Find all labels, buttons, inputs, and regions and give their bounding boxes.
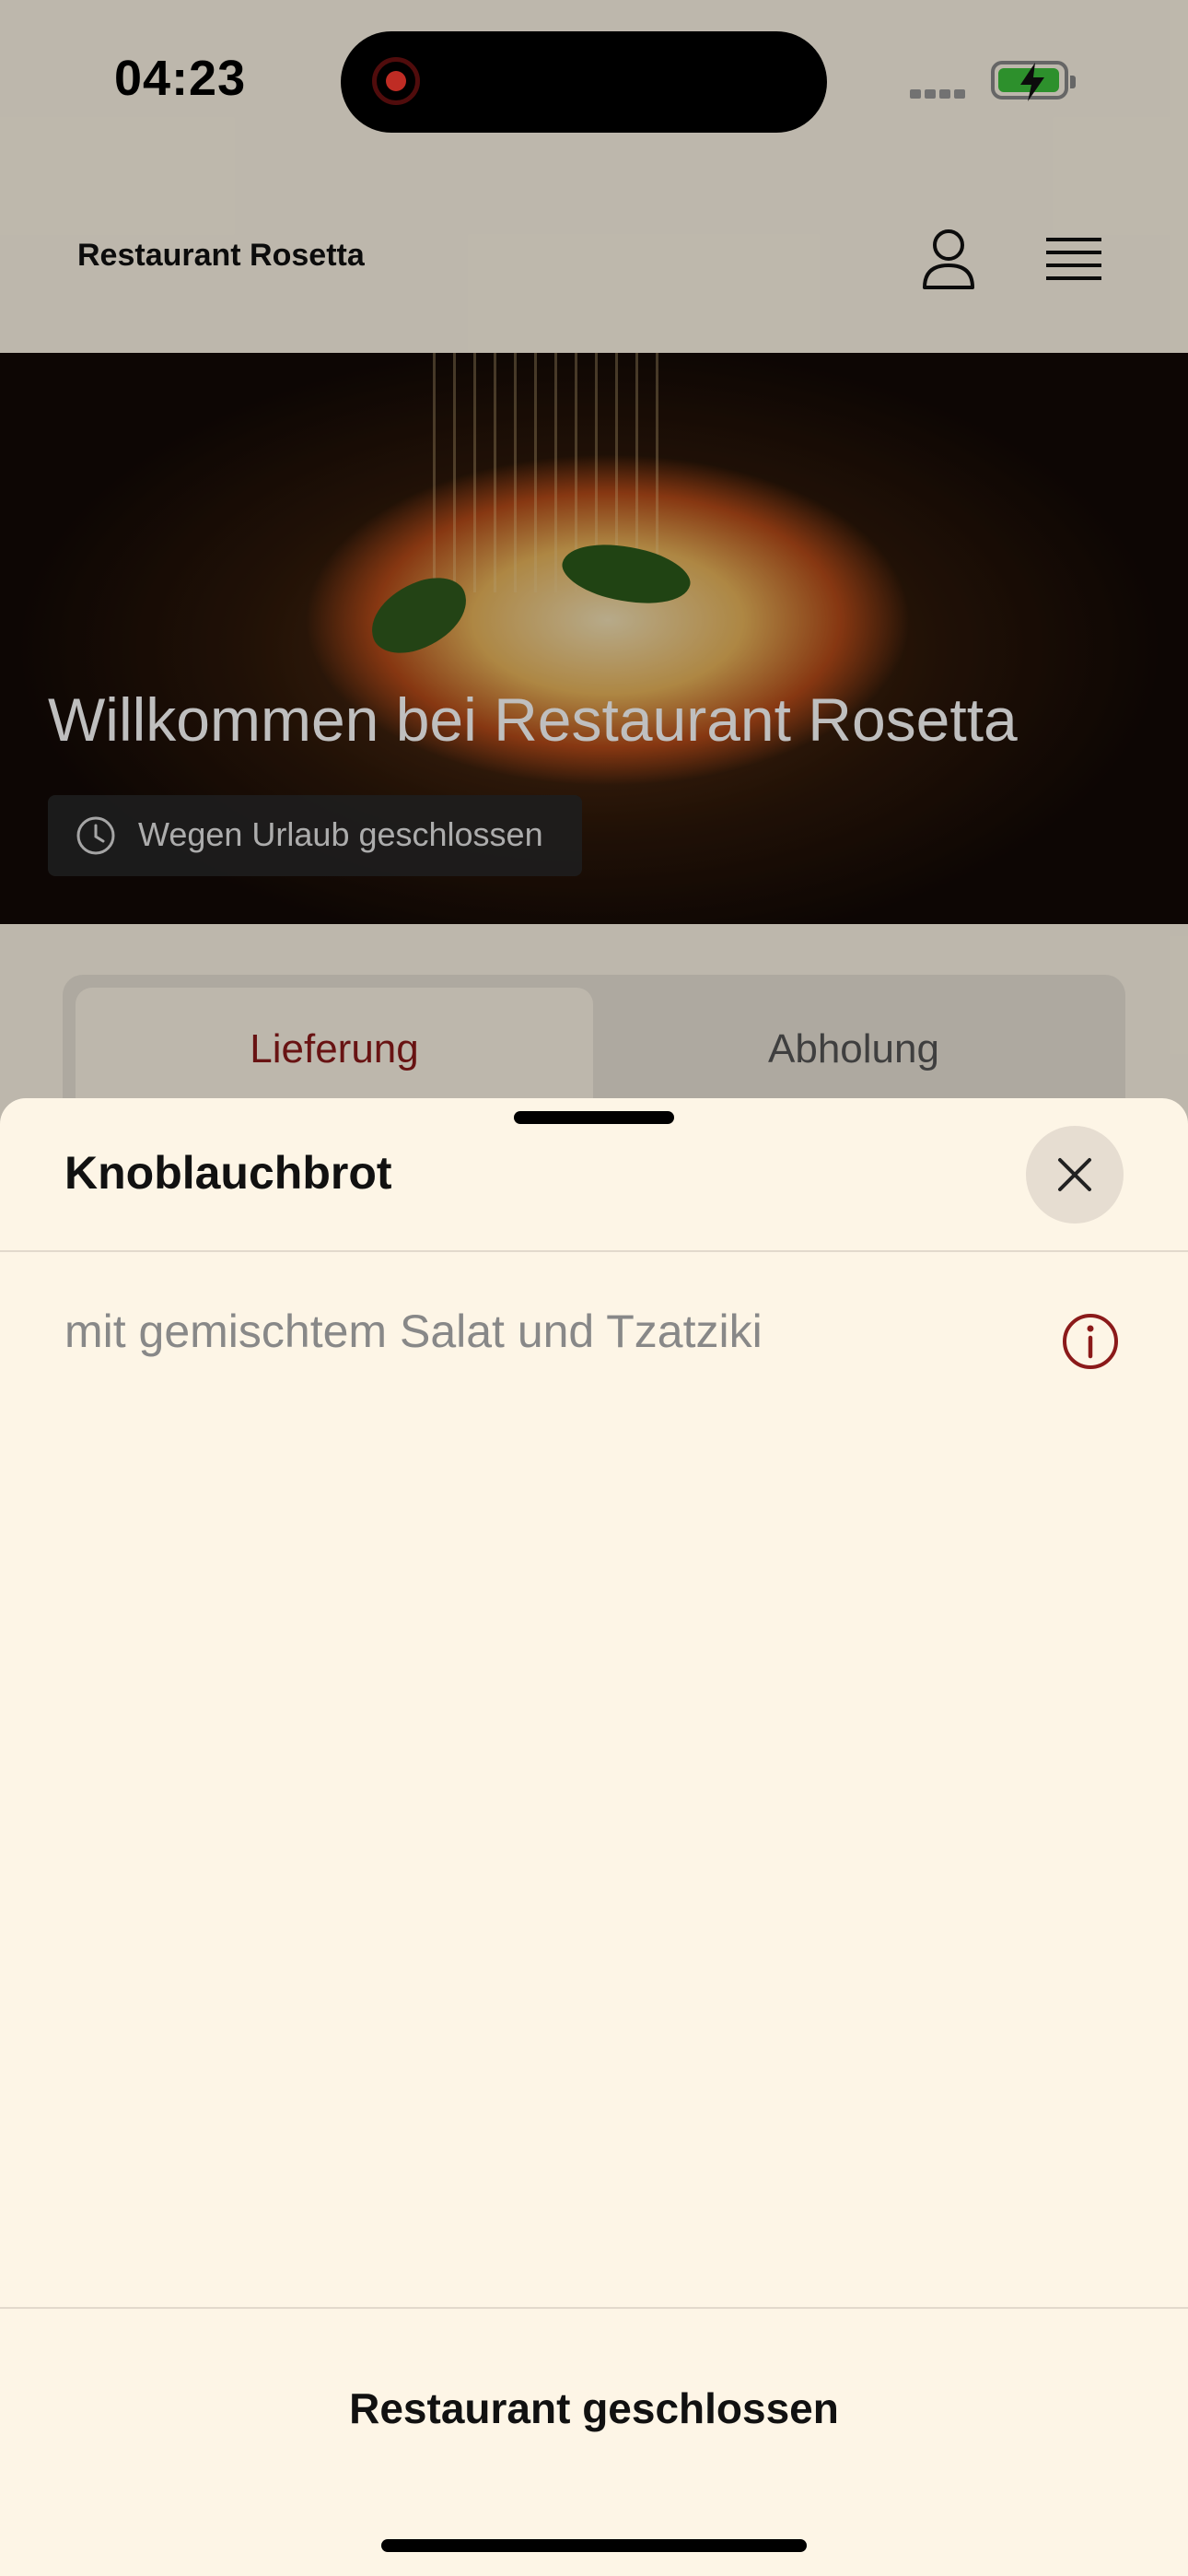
close-icon — [1058, 1158, 1091, 1191]
page-underlay: 04:23 Restaurant Rosetta Willkommen bei … — [0, 0, 1188, 1131]
close-button[interactable] — [1026, 1126, 1124, 1224]
home-indicator[interactable] — [381, 2539, 807, 2552]
screen: 04:23 Restaurant Rosetta Willkommen bei … — [0, 0, 1188, 2576]
product-description: mit gemischtem Salat und Tzatziki — [64, 1306, 763, 1357]
product-title: Knoblauchbrot — [64, 1147, 392, 1199]
sheet-grabber[interactable] — [514, 1111, 674, 1124]
restaurant-closed-button: Restaurant geschlossen — [349, 2384, 839, 2432]
divider — [0, 1250, 1188, 1252]
modal-backdrop[interactable] — [0, 0, 1188, 1124]
info-icon[interactable] — [1061, 1312, 1120, 1376]
product-sheet: Knoblauchbrot mit gemischtem Salat und T… — [0, 1098, 1188, 2576]
footer-divider — [0, 2307, 1188, 2309]
